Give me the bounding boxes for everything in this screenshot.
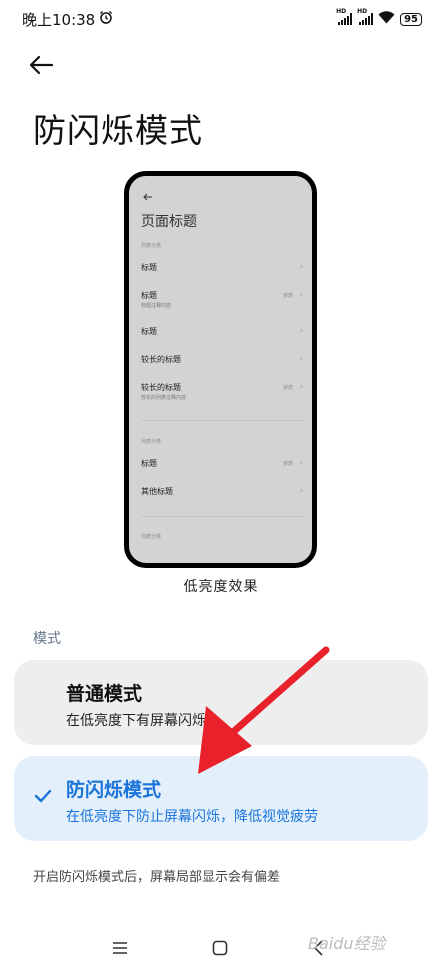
- page-title: 防闪烁模式: [33, 111, 203, 150]
- preview-category: 列表分类: [141, 439, 162, 445]
- preview-row: 较长的标题 较长的列表注释内容 状态 ›: [141, 382, 303, 402]
- preview-row-title: 标题: [141, 459, 157, 468]
- battery-icon: 95: [400, 12, 422, 26]
- anti-flicker-mode-option[interactable]: 防闪烁模式 在低亮度下防止屏幕闪烁，降低视觉疲劳: [14, 756, 428, 841]
- status-icons: HD HD 95: [336, 8, 422, 28]
- menu-icon[interactable]: [112, 940, 128, 959]
- mode-section-label: 模式: [33, 631, 61, 647]
- back-button[interactable]: [28, 50, 64, 80]
- preview-row: 较长的标题 ›: [141, 354, 303, 374]
- preview-row-subtitle: 标题注释内容: [141, 303, 172, 309]
- anti-flicker-mode-subtitle: 在低亮度下防止屏幕闪烁，降低视觉疲劳: [66, 809, 318, 825]
- anti-flicker-mode-title: 防闪烁模式: [66, 779, 162, 801]
- preview-back-icon: [143, 186, 153, 205]
- preview-row-title: 标题: [141, 291, 157, 300]
- normal-mode-option[interactable]: 普通模式 在低亮度下有屏幕闪烁: [14, 660, 428, 745]
- chevron-right-icon: ›: [299, 458, 303, 467]
- home-icon[interactable]: [212, 940, 228, 960]
- wifi-icon: [378, 10, 395, 28]
- check-icon: [34, 788, 52, 807]
- preview-row-title: 标题: [141, 263, 157, 272]
- preview-row-title: 标题: [141, 327, 157, 336]
- preview-row-status: 状态: [282, 293, 293, 299]
- preview-row-title: 较长的标题: [141, 383, 181, 392]
- preview-row: 标题 ›: [141, 326, 303, 346]
- back-arrow-icon: [29, 55, 54, 75]
- preview-category: 列表分类: [141, 534, 162, 540]
- preview-row-title: 较长的标题: [141, 355, 181, 364]
- preview-row: 标题 状态 ›: [141, 458, 303, 478]
- chevron-right-icon: ›: [299, 354, 303, 363]
- preview-row-status: 状态: [282, 385, 293, 391]
- info-note: 开启防闪烁模式后，屏幕局部显示会有偏差: [33, 870, 281, 885]
- hd-label: HD: [336, 8, 347, 15]
- status-time: 晚上10:38: [22, 10, 96, 29]
- preview-title: 页面标题: [141, 214, 197, 230]
- chevron-right-icon: ›: [299, 262, 303, 271]
- status-bar: 晚上10:38 HD HD 95: [0, 0, 442, 38]
- normal-mode-subtitle: 在低亮度下有屏幕闪烁: [66, 713, 206, 729]
- preview-divider: [141, 420, 303, 421]
- status-time-group: 晚上10:38: [22, 9, 113, 30]
- signal-icon: HD: [336, 8, 353, 25]
- alarm-icon: [99, 10, 113, 28]
- chevron-right-icon: ›: [299, 486, 303, 495]
- preview-row-status: 状态: [282, 461, 293, 467]
- watermark-logo: Baidu经验: [308, 934, 386, 953]
- preview-divider: [141, 516, 303, 517]
- chevron-right-icon: ›: [299, 290, 303, 299]
- hd-label-2: HD: [357, 8, 368, 15]
- preview-row: 标题 标题注释内容 状态 ›: [141, 290, 303, 310]
- low-brightness-preview: 页面标题 列表分类 标题 › 标题 标题注释内容 状态 › 标题 › 较长的标题…: [124, 171, 317, 568]
- normal-mode-title: 普通模式: [66, 683, 143, 705]
- preview-category: 列表分类: [141, 243, 162, 249]
- chevron-right-icon: ›: [299, 326, 303, 335]
- preview-caption: 低亮度效果: [183, 579, 259, 595]
- signal-icon-2: HD: [357, 8, 374, 25]
- chevron-right-icon: ›: [299, 382, 303, 391]
- preview-row-subtitle: 较长的列表注释内容: [141, 395, 187, 401]
- preview-row: 标题 ›: [141, 262, 303, 282]
- preview-row: 其他标题 ›: [141, 486, 303, 506]
- preview-row-title: 其他标题: [141, 487, 173, 496]
